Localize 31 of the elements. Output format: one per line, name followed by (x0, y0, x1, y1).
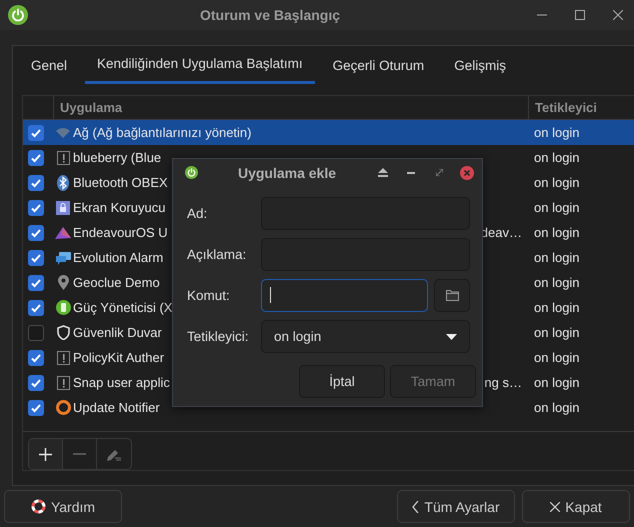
app-name: Güç Yöneticisi (X (73, 300, 172, 316)
app-name: Update Notifier (73, 400, 160, 416)
field-label: Açıklama: (187, 247, 248, 262)
trigger-text: on login (533, 300, 581, 316)
trigger-text: on login (533, 150, 581, 166)
field-label: Komut: (187, 288, 231, 303)
trigger-text: on login (533, 400, 581, 416)
app-name: Bluetooth OBEX (73, 175, 168, 190)
trigger-text: on login (533, 175, 581, 190)
trigger-text: on login (533, 275, 581, 290)
app-name: Güvenlik Duvar (73, 325, 162, 340)
app-name: Geoclue Demo (73, 275, 160, 290)
app-name: ng s… (484, 375, 522, 390)
trigger-text: on login (533, 350, 581, 366)
window-title: Oturum ve Başlangıç (198, 7, 342, 24)
app-name: EndeavourOS U (73, 225, 168, 240)
dialog-title: Uygulama ekle (236, 164, 338, 180)
field-label: Tetikleyici: (187, 329, 250, 344)
trigger-text: on login (533, 225, 581, 240)
app-name: Evolution Alarm (73, 250, 164, 266)
trigger-text: on login (533, 250, 581, 266)
trigger-text: on login (533, 325, 581, 340)
trigger-text: on login (533, 375, 581, 390)
app-name: Snap user applic (73, 375, 170, 390)
trigger-text: on login (533, 200, 581, 216)
field-label: Ad: (187, 206, 208, 221)
app-name: blueberry (Blue (73, 150, 162, 166)
app-name: Ekran Koruyucu (73, 200, 166, 216)
app-name: PolicyKit Auther (73, 350, 164, 366)
app-name: Ağ (Ağ bağlantılarınızı yönetin) (73, 125, 252, 140)
trigger-text: on login (533, 125, 581, 140)
